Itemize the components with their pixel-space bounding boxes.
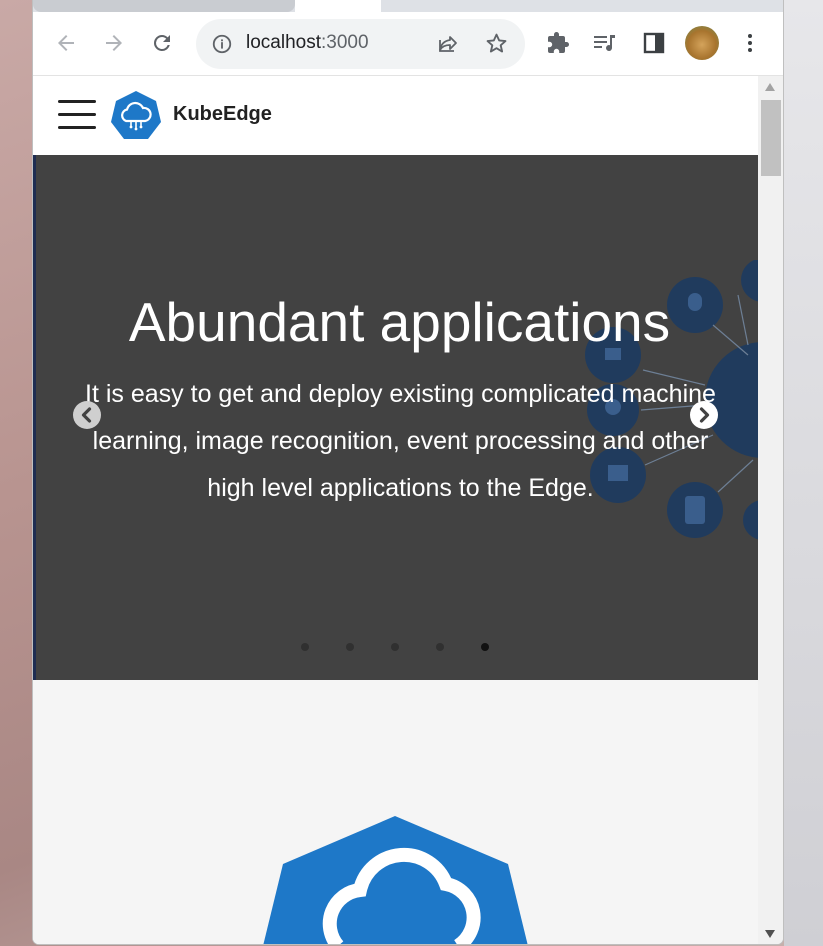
- info-icon[interactable]: [211, 33, 233, 55]
- scroll-down-icon[interactable]: [765, 930, 775, 938]
- features-section: [33, 680, 758, 944]
- reload-icon: [154, 35, 170, 51]
- kebab-menu-icon: [748, 34, 752, 52]
- carousel-dot[interactable]: [436, 643, 444, 651]
- extensions-button[interactable]: [542, 27, 574, 59]
- tab-strip: [33, 0, 783, 12]
- hero-title: Abundant applications: [128, 291, 671, 353]
- browser-window: localhost:3000 KubeEdge Abundant applica…: [33, 0, 783, 944]
- side-panel-icon: [643, 32, 665, 54]
- url-port: :3000: [321, 32, 369, 53]
- arrow-left-icon: [58, 35, 74, 51]
- scroll-up-icon[interactable]: [765, 83, 775, 91]
- carousel-prev-button[interactable]: [73, 401, 101, 429]
- carousel-dot[interactable]: [301, 643, 309, 651]
- forward-button[interactable]: [98, 27, 130, 59]
- kubeedge-logo[interactable]: [111, 90, 161, 140]
- url-text[interactable]: localhost:3000: [246, 32, 369, 54]
- carousel-next-button[interactable]: [690, 401, 718, 429]
- carousel-dot-active[interactable]: [481, 643, 489, 651]
- reload-button[interactable]: [146, 27, 178, 59]
- desktop-background: [784, 0, 823, 946]
- hero-text: It is easy to get and deploy existing co…: [85, 380, 716, 502]
- site-header: KubeEdge: [33, 76, 758, 155]
- site-name[interactable]: KubeEdge: [173, 103, 272, 126]
- address-bar[interactable]: localhost:3000: [196, 19, 525, 69]
- page-content: KubeEdge Abundant applications It is eas…: [33, 76, 758, 944]
- chevron-right-icon: [699, 407, 710, 423]
- carousel-dot[interactable]: [391, 643, 399, 651]
- kubeedge-large-logo: [263, 816, 528, 944]
- chevron-left-icon: [81, 407, 92, 423]
- browser-toolbar: localhost:3000: [33, 12, 783, 76]
- menu-button[interactable]: [734, 27, 766, 59]
- carousel-dot[interactable]: [346, 643, 354, 651]
- side-panel-button[interactable]: [638, 27, 670, 59]
- avatar[interactable]: [685, 26, 719, 60]
- hamburger-menu-icon[interactable]: [58, 100, 96, 130]
- media-button[interactable]: [589, 27, 621, 59]
- url-host: localhost: [246, 32, 321, 53]
- media-queue-icon: [594, 35, 615, 52]
- page-scrollbar[interactable]: [758, 76, 783, 944]
- share-icon[interactable]: [436, 32, 460, 56]
- star-icon[interactable]: [484, 31, 509, 56]
- tab-inactive[interactable]: [33, 0, 295, 12]
- tab-active[interactable]: [295, 0, 381, 12]
- hero-left-edge: [33, 155, 36, 680]
- puzzle-icon: [548, 32, 569, 53]
- back-button[interactable]: [50, 27, 82, 59]
- scrollbar-thumb[interactable]: [761, 100, 781, 176]
- hero-carousel: Abundant applications It is easy to get …: [33, 155, 758, 680]
- arrow-right-icon: [106, 35, 122, 51]
